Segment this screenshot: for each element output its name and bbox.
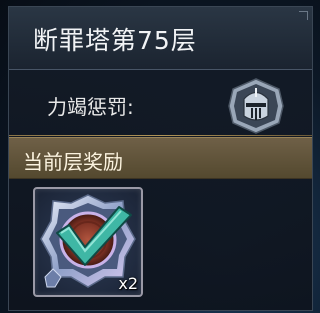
reward-section-header: 当前层奖励 <box>9 137 312 179</box>
panel-header: 断罪塔第75层 <box>9 7 312 70</box>
reward-item-slot[interactable]: x2 <box>33 187 143 297</box>
knight-helmet-icon[interactable] <box>227 77 285 135</box>
reward-section-title: 当前层奖励 <box>23 150 123 174</box>
gold-divider <box>9 135 312 136</box>
reward-item-count: x2 <box>118 274 138 293</box>
exhaustion-penalty-label: 力竭惩罚: <box>47 95 134 119</box>
corner-ornament <box>299 11 308 20</box>
floor-title: 断罪塔第75层 <box>33 26 197 55</box>
floor-info-panel: 断罪塔第75层 力竭惩罚: 当前层奖励 x2 <box>8 6 313 311</box>
